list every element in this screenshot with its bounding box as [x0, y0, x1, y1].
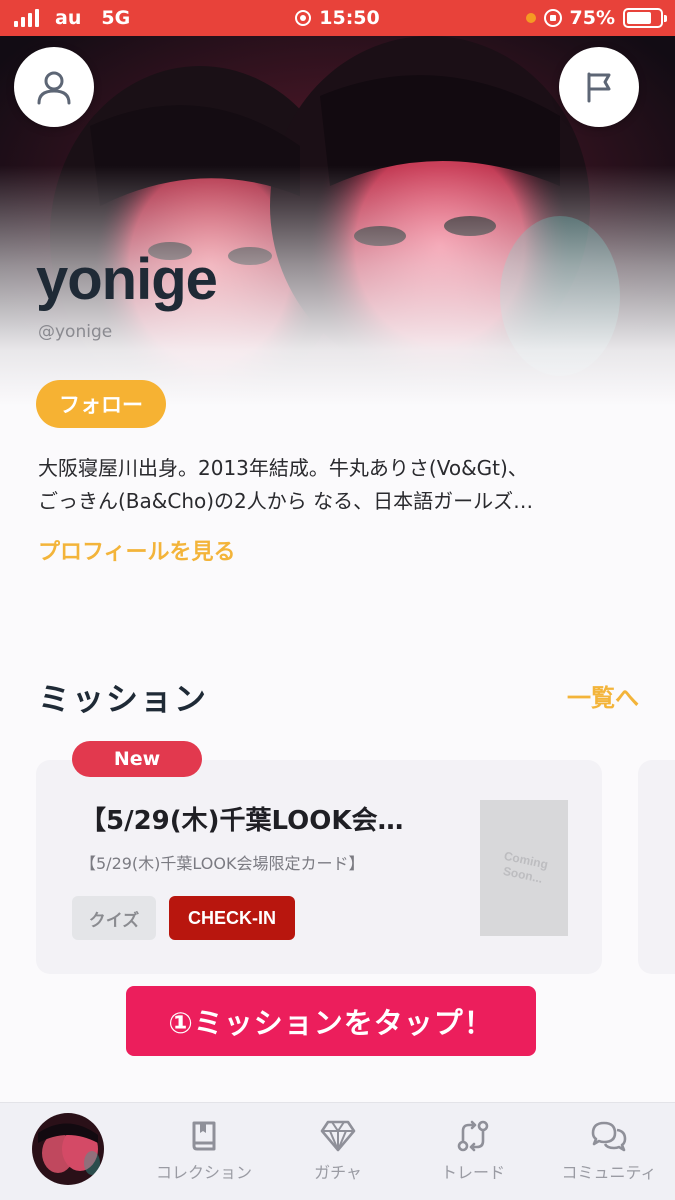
mission-view-all-link[interactable]: 一覧へ: [567, 678, 639, 713]
user-icon: [37, 71, 71, 105]
view-profile-link[interactable]: プロフィールを見る: [38, 534, 236, 566]
chat-icon: [591, 1121, 627, 1152]
artist-bio: 大阪寝屋川出身。2013年結成。牛丸ありさ(Vo&Gt)、 ごっきん(Ba&Ch…: [38, 452, 638, 518]
status-right: 75%: [525, 0, 667, 36]
mission-subtitle: 【5/29(木)千葉LOOK会場限定カード】: [80, 854, 365, 873]
rotation-lock-icon: [543, 9, 562, 27]
nav-gacha[interactable]: ガチャ: [290, 1119, 386, 1183]
mission-card-next[interactable]: [638, 760, 675, 974]
bottom-nav: コレクション ガチャ トレード コミュニティ: [0, 1102, 675, 1200]
nav-artist-avatar[interactable]: [32, 1113, 104, 1185]
battery-icon: [623, 8, 667, 28]
mission-section-title: ミッション: [38, 680, 209, 718]
report-button[interactable]: [559, 47, 639, 127]
status-bar: au 5G 15:50 75%: [0, 0, 675, 36]
mission-thumbnail: Coming Soon...: [480, 800, 568, 936]
battery-fill: [627, 12, 651, 24]
nav-trade[interactable]: トレード: [424, 1119, 522, 1183]
battery-percent: 75%: [569, 7, 615, 29]
avatar: [32, 1113, 104, 1185]
nav-label: コレクション: [155, 1163, 252, 1182]
new-badge: New: [72, 741, 202, 777]
check-in-tag: CHECK-IN: [169, 896, 295, 940]
coming-soon-text: Coming Soon...: [501, 848, 549, 886]
nav-label: トレード: [440, 1163, 505, 1182]
nav-label: コミュニティ: [561, 1163, 657, 1182]
follow-button[interactable]: フォロー: [36, 380, 166, 428]
mission-title[interactable]: 【5/29(木)千葉LOOK会…: [80, 800, 440, 837]
profile-button[interactable]: [14, 47, 94, 127]
nav-collection[interactable]: コレクション: [142, 1119, 266, 1183]
screen-record-icon: [295, 10, 312, 26]
diamond-icon: [320, 1120, 356, 1152]
book-icon: [192, 1121, 216, 1151]
artist-handle: @yonige: [38, 322, 113, 342]
tap-instruction-banner: ①ミッションをタップ！: [126, 986, 536, 1056]
bio-line: ごっきん(Ba&Cho)の2人から なる、日本語ガールズ…: [38, 489, 534, 513]
artist-name: yonige: [36, 247, 218, 312]
status-time: 15:50: [319, 7, 380, 29]
trade-icon: [457, 1120, 489, 1152]
nav-label: ガチャ: [314, 1163, 362, 1182]
nav-community[interactable]: コミュニティ: [548, 1119, 670, 1183]
bio-line: 大阪寝屋川出身。2013年結成。牛丸ありさ(Vo&Gt)、: [38, 456, 528, 480]
flag-icon: [587, 72, 611, 103]
mic-indicator-icon: [525, 13, 536, 23]
quiz-tag: クイズ: [72, 896, 156, 940]
